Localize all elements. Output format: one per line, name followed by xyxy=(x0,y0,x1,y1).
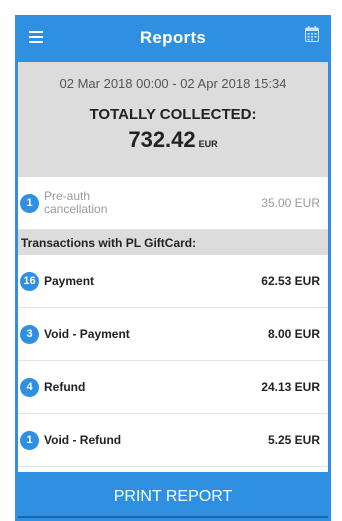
row-value: 8.00 EUR xyxy=(267,327,320,341)
page-title: Reports xyxy=(139,28,207,47)
count-badge: 1 xyxy=(20,193,39,213)
transaction-row-void-payment[interactable]: 3 Void - Payment 8.00 EUR xyxy=(18,308,328,361)
row-label: Void - Refund xyxy=(44,433,122,447)
count-badge: 16 xyxy=(20,271,39,291)
transaction-row-payment[interactable]: 16 Payment 62.53 EUR xyxy=(18,255,328,308)
count-badge: 4 xyxy=(20,377,39,397)
row-label: Pre-auth cancellation xyxy=(44,189,108,216)
summary-panel: 02 Mar 2018 00:00 - 02 Apr 2018 15:34 TO… xyxy=(18,62,328,177)
total-amount-currency: EUR xyxy=(198,139,218,149)
report-content: 02 Mar 2018 00:00 - 02 Apr 2018 15:34 TO… xyxy=(18,62,328,472)
total-amount-value: 732.42 xyxy=(128,127,196,152)
button-underline xyxy=(18,516,328,518)
row-value: 5.25 EUR xyxy=(267,433,320,447)
row-value: 24.13 EUR xyxy=(261,380,320,394)
count-badge: 1 xyxy=(20,430,39,450)
total-collected-label: TOTALLY COLLECTED: xyxy=(89,106,257,123)
count-badge: 3 xyxy=(20,324,39,344)
app-screen: Reports 02 Mar 2018 00:00 - 02 Apr 2018 … xyxy=(15,15,331,521)
preauth-cancellation-row[interactable]: 1 Pre-auth cancellation 35.00 EUR xyxy=(18,177,328,230)
row-label: Refund xyxy=(44,380,86,394)
total-amount: 732.42 EUR xyxy=(18,127,328,153)
print-report-button[interactable]: PRINT REPORT xyxy=(15,473,331,521)
section-header-giftcard: Transactions with PL GiftCard: xyxy=(18,230,328,255)
transaction-row-refund[interactable]: 4 Refund 24.13 EUR xyxy=(18,361,328,414)
row-label: Void - Payment xyxy=(44,327,130,341)
print-report-label: PRINT REPORT xyxy=(113,488,233,505)
row-value: 35.00 EUR xyxy=(261,196,320,210)
calendar-icon[interactable] xyxy=(305,26,319,42)
row-label: Payment xyxy=(44,274,95,288)
transaction-row-void-refund[interactable]: 1 Void - Refund 5.25 EUR xyxy=(18,414,328,467)
date-range: 02 Mar 2018 00:00 - 02 Apr 2018 15:34 xyxy=(59,76,287,91)
app-header: Reports xyxy=(15,15,331,62)
row-value: 62.53 EUR xyxy=(261,274,320,288)
